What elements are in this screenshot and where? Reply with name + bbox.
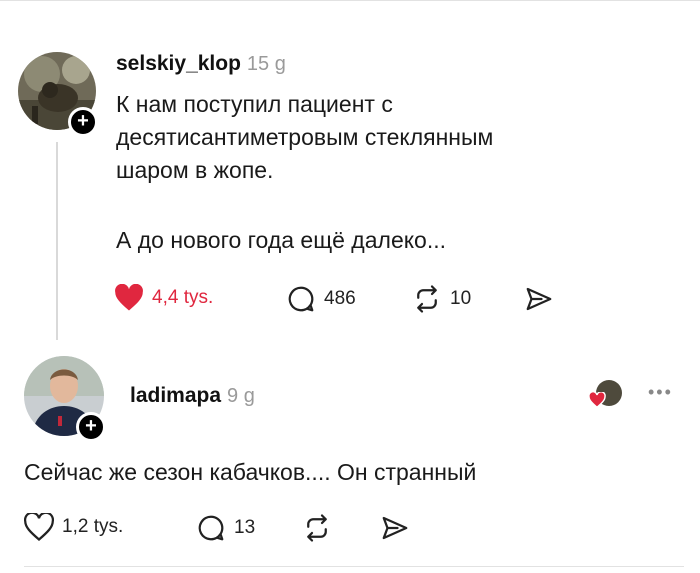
heart-outline-icon [24, 513, 54, 541]
reply-comment-icon [198, 515, 224, 541]
reply-comment-button[interactable]: 13 [196, 513, 255, 543]
heart-icon [115, 284, 143, 311]
more-icon[interactable]: ••• [648, 382, 673, 403]
post-text-2: А до нового года ещё далеко... [116, 227, 447, 253]
reply-repost-icon [307, 514, 327, 542]
repost-count: 10 [450, 288, 472, 309]
like-count: 4,4 tys. [152, 287, 214, 308]
thread-line [56, 142, 58, 340]
top-divider [0, 0, 700, 1]
reply-share-icon [382, 516, 408, 540]
reply-like-count: 1,2 tys. [62, 516, 124, 537]
post-header: selskiy_klop 15 g [116, 52, 286, 76]
username[interactable]: selskiy_klop [116, 52, 241, 75]
repost-icon [417, 285, 437, 313]
post-text: К нам поступил пациент с десятисантиметр… [116, 91, 494, 183]
author-liked-indicator [586, 380, 626, 410]
bottom-divider [24, 566, 684, 567]
reply-text: Сейчас же сезон кабачков.... Он странный [24, 459, 477, 485]
comment-count: 486 [324, 288, 356, 309]
follow-plus-icon[interactable]: + [68, 107, 98, 137]
reply-timestamp: 9 g [227, 385, 255, 407]
comment-button[interactable]: 486 [286, 284, 356, 314]
reply-share-button[interactable] [380, 513, 410, 548]
comment-icon [288, 286, 314, 312]
share-icon [526, 287, 552, 311]
reply-repost-button[interactable] [302, 513, 332, 548]
reply-username[interactable]: ladimapa [130, 384, 221, 407]
reply-like-button[interactable]: 1,2 tys. [24, 513, 123, 541]
repost-button[interactable]: 10 [412, 284, 471, 314]
reply-header: ladimapa 9 g [130, 384, 255, 408]
share-button[interactable] [524, 284, 554, 319]
reply-comment-count: 13 [234, 517, 256, 538]
like-button[interactable]: 4,4 tys. [114, 284, 213, 312]
author-heart-icon [588, 392, 606, 408]
timestamp: 15 g [246, 53, 286, 75]
reply-follow-plus-icon[interactable]: + [76, 412, 106, 442]
